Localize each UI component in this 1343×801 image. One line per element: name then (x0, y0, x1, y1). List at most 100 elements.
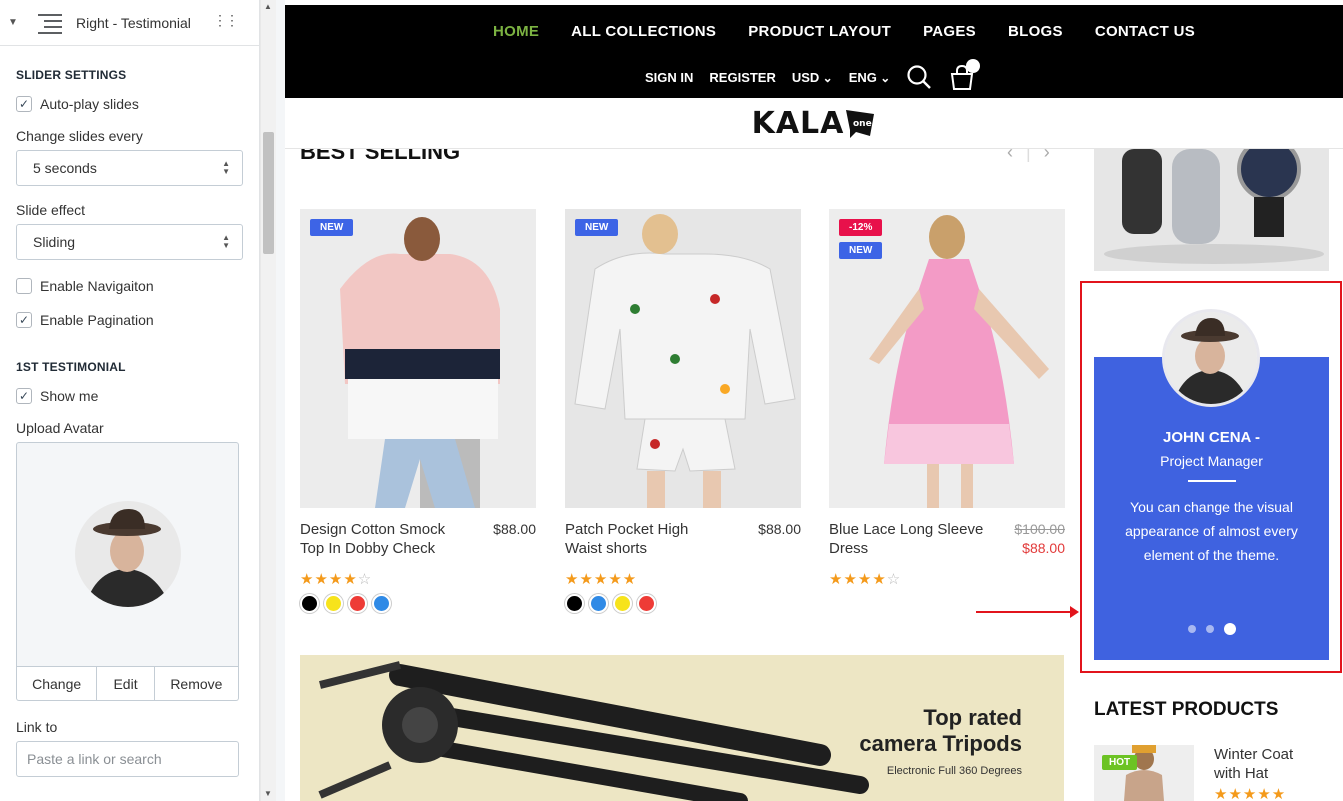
product-image[interactable]: NEW (300, 209, 536, 508)
product-image[interactable]: -12% NEW (829, 209, 1065, 508)
product-name[interactable]: Patch Pocket High Waist shorts (565, 520, 725, 558)
section-list-icon (38, 13, 62, 34)
settings-panel: ▼ Right - Testimonial ⋮⋮ SLIDER SETTINGS… (0, 0, 260, 801)
search-icon[interactable] (906, 64, 932, 90)
navigation-checkbox[interactable] (16, 278, 32, 294)
nav-all-collections[interactable]: ALL COLLECTIONS (571, 23, 716, 40)
nav-home[interactable]: HOME (493, 23, 539, 40)
drag-handle-icon[interactable]: ⋮⋮ (213, 12, 239, 29)
change-button[interactable]: Change (17, 667, 98, 700)
register-link[interactable]: REGISTER (709, 70, 775, 85)
product-name[interactable]: Design Cotton Smock Top In Dobby Check (300, 520, 460, 558)
tripod-banner[interactable]: Top rated camera Tripods Electronic Full… (300, 655, 1064, 801)
select-arrows-icon: ▲ ▼ (222, 233, 230, 250)
collapse-caret-icon[interactable]: ▼ (8, 17, 22, 28)
testimonial-avatar (1162, 309, 1260, 407)
avatar-preview[interactable] (16, 442, 239, 667)
swatch-blue[interactable] (372, 594, 391, 613)
swatch-red[interactable] (637, 594, 656, 613)
autoplay-checkbox-row[interactable]: ✓ Auto-play slides (16, 96, 243, 112)
store-header: HOME ALL COLLECTIONS PRODUCT LAYOUT PAGE… (285, 5, 1343, 98)
scroll-down-icon[interactable]: ▼ (264, 789, 272, 798)
sale-badge: -12% (839, 219, 883, 236)
cart-icon[interactable]: 0 (948, 59, 981, 91)
edit-button[interactable]: Edit (97, 667, 155, 700)
change-slides-select[interactable]: 5 seconds ▲ ▼ (16, 150, 243, 186)
testimonial-role: Project Manager (1160, 453, 1263, 469)
nav-contact-us[interactable]: CONTACT US (1095, 23, 1195, 40)
annotation-arrow-head (1070, 606, 1079, 618)
navigation-checkbox-row[interactable]: Enable Navigaiton (16, 278, 243, 294)
scroll-up-icon[interactable]: ▲ (264, 2, 272, 11)
product-card[interactable]: -12% NEW Blue Lace Long Sleeve Dress $10… (829, 209, 1065, 588)
change-slides-value: 5 seconds (33, 160, 97, 176)
watch-banner[interactable] (1094, 149, 1329, 271)
product-image[interactable]: NEW (565, 209, 801, 508)
sign-in-link[interactable]: SIGN IN (645, 70, 693, 85)
latest-product-name[interactable]: Winter Coat with Hat (1214, 745, 1314, 783)
new-badge: NEW (575, 219, 619, 236)
pagination-checkbox-row[interactable]: ✓ Enable Pagination (16, 312, 243, 328)
autoplay-checkbox[interactable]: ✓ (16, 96, 32, 112)
link-to-label: Link to (16, 719, 58, 735)
swatch-yellow[interactable] (324, 594, 343, 613)
product-card[interactable]: NEW Patch Pocket High Waist shorts $88.0… (565, 209, 801, 613)
nav-product-layout[interactable]: PRODUCT LAYOUT (748, 23, 891, 40)
panel-title: Right - Testimonial (76, 14, 191, 31)
upload-avatar-label: Upload Avatar (16, 420, 104, 436)
remove-button[interactable]: Remove (155, 667, 238, 700)
swatch-yellow[interactable] (613, 594, 632, 613)
new-badge: NEW (310, 219, 354, 236)
avatar-actions: Change Edit Remove (16, 667, 239, 701)
swatch-black[interactable] (565, 594, 584, 613)
slider-settings-heading: SLIDER SETTINGS (16, 68, 127, 82)
rating-stars: ★★★★★ (1214, 786, 1287, 801)
panel-header[interactable]: ▼ Right - Testimonial ⋮⋮ (0, 0, 259, 46)
swatch-blue[interactable] (589, 594, 608, 613)
nav-blogs[interactable]: BLOGS (1008, 23, 1063, 40)
testimonial-quote: You can change the visual appearance of … (1125, 499, 1298, 563)
product-price: $88.00 (758, 520, 801, 539)
preview-gutter (276, 0, 285, 801)
swatch-red[interactable] (348, 594, 367, 613)
link-input[interactable]: Paste a link or search (16, 741, 239, 777)
banner-subtitle: Electronic Full 360 Degrees (886, 765, 1022, 777)
scrollbar-thumb[interactable] (263, 132, 274, 254)
testimonial-pagination (1094, 623, 1329, 635)
price: $88.00 (758, 521, 801, 537)
secondary-nav: SIGN IN REGISTER USD ENG 0 (645, 59, 981, 91)
show-me-checkbox-row[interactable]: ✓ Show me (16, 388, 243, 404)
product-price: $100.00 $88.00 (1014, 520, 1065, 558)
product-price: $88.00 (493, 520, 536, 539)
store-logo[interactable]: KALA (752, 106, 845, 141)
annotation-arrow (976, 611, 1072, 613)
autoplay-label: Auto-play slides (40, 96, 139, 112)
product-card[interactable]: NEW Design Cotton Smock Top In Dobby Che… (300, 209, 536, 613)
new-badge: NEW (839, 242, 883, 259)
pagination-dot[interactable] (1187, 625, 1196, 633)
slide-effect-select[interactable]: Sliding ▲ ▼ (16, 224, 243, 260)
product-name[interactable]: Blue Lace Long Sleeve Dress (829, 520, 989, 558)
pagination-checkbox[interactable]: ✓ (16, 312, 32, 328)
show-me-checkbox[interactable]: ✓ (16, 388, 32, 404)
latest-product-image[interactable]: HOT (1094, 745, 1194, 801)
panel-scrollbar[interactable]: ▲ ▼ (260, 0, 276, 801)
rating-stars: ★★★★★ (565, 571, 638, 588)
testimonial-name: JOHN CENA - (1163, 429, 1260, 446)
language-dropdown[interactable]: ENG (849, 70, 891, 85)
slide-effect-label: Slide effect (16, 202, 86, 218)
pagination-dot[interactable] (1205, 625, 1214, 633)
testimonial-divider (1188, 480, 1236, 482)
banner-title-line1: Top rated (923, 705, 1022, 730)
watches-image (1094, 149, 1329, 271)
color-swatches (565, 594, 801, 613)
logo-mark-icon: one (846, 110, 875, 138)
currency-dropdown[interactable]: USD (792, 70, 833, 85)
pagination-dot-active[interactable] (1223, 623, 1236, 635)
nav-pages[interactable]: PAGES (923, 23, 976, 40)
old-price: $100.00 (1014, 521, 1065, 537)
navigation-label: Enable Navigaiton (40, 278, 154, 294)
color-swatches (300, 594, 536, 613)
avatar-image (75, 501, 181, 607)
swatch-black[interactable] (300, 594, 319, 613)
